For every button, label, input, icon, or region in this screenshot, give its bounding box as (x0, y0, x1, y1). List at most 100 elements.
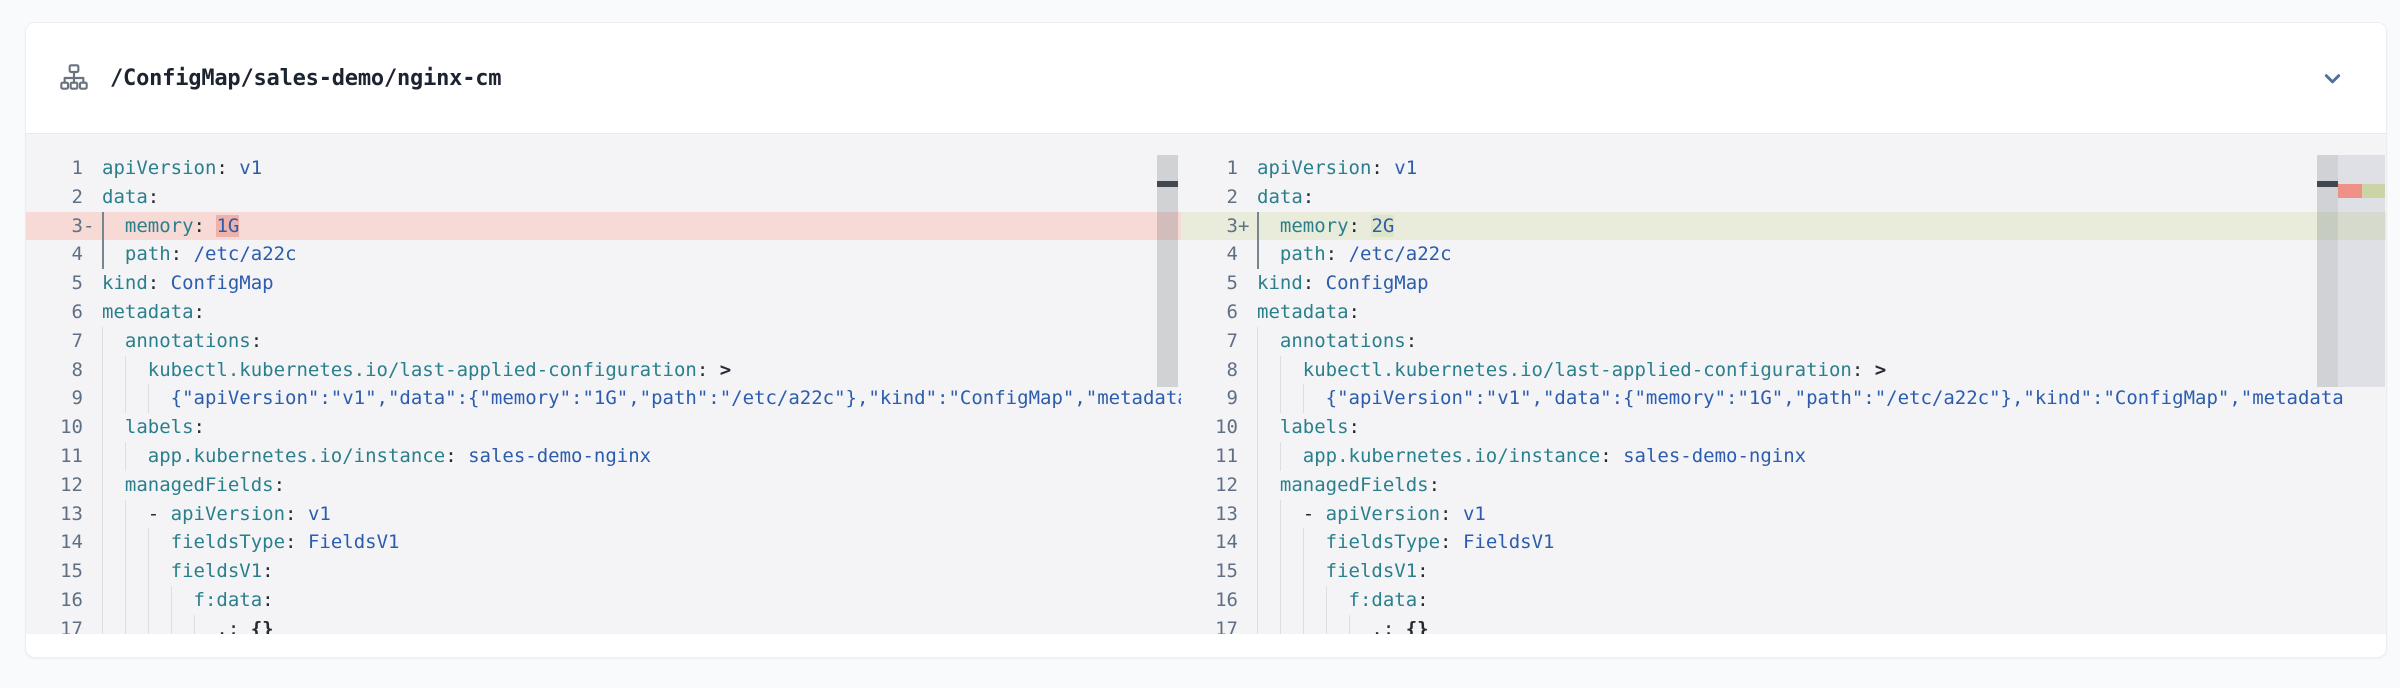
token: : (1429, 474, 1440, 496)
token: fieldsV1 (1326, 560, 1418, 582)
token: path (1280, 243, 1326, 265)
line-number: 11 (26, 442, 83, 471)
scrollbar-thumb[interactable] (1157, 155, 1178, 387)
code-line: 9 {"apiVersion":"v1","data":{"memory":"1… (1181, 384, 2386, 413)
code-text: annotations: (98, 327, 1181, 356)
token: kubectl.kubernetes.io/last-applied-confi… (148, 359, 697, 381)
chevron-down-icon[interactable] (2315, 61, 2350, 96)
indent-guide (1303, 557, 1304, 586)
token: {"apiVersion":"v1","data":{"memory":"1G"… (1326, 387, 2344, 409)
token: ConfigMap (171, 272, 274, 294)
code-lines: 1apiVersion: v12data:3+ memory: 2G4 path… (1181, 134, 2386, 634)
line-number: 12 (1181, 471, 1238, 500)
token (1257, 416, 1280, 438)
token (102, 416, 125, 438)
indent-guide (1280, 528, 1281, 557)
token: : (697, 359, 708, 381)
code-text: - apiVersion: v1 (98, 500, 1181, 529)
code-text: kubectl.kubernetes.io/last-applied-confi… (1253, 356, 2386, 385)
token: - (148, 503, 171, 525)
token: : (216, 157, 227, 179)
code-line: 17 .: {} (1181, 615, 2386, 634)
diff-sign (1238, 240, 1253, 269)
resource-path-title: /ConfigMap/sales-demo/nginx-cm (110, 66, 501, 91)
token (1257, 560, 1326, 582)
code-text: path: /etc/a22c (98, 240, 1181, 269)
diff-sign (1238, 154, 1253, 183)
code-line: 3- memory: 1G (26, 212, 1181, 241)
diff-sign (1238, 586, 1253, 615)
line-number: 7 (26, 327, 83, 356)
token (159, 272, 170, 294)
token: > (1875, 359, 1886, 381)
token (1257, 387, 1326, 409)
code-text: memory: 2G (1253, 212, 2386, 241)
token: annotations (125, 330, 251, 352)
token: fieldsType (171, 531, 285, 553)
code-text: fieldsType: FieldsV1 (98, 528, 1181, 557)
token: : (1852, 359, 1863, 381)
code-line: 7 annotations: (1181, 327, 2386, 356)
token: sales-demo-nginx (1623, 445, 1806, 467)
token (102, 618, 216, 634)
token: f:data (194, 589, 263, 611)
indent-guide (125, 442, 126, 471)
token: : (1371, 157, 1382, 179)
code-text: kind: ConfigMap (98, 269, 1181, 298)
line-number: 1 (26, 154, 83, 183)
code-text: data: (1253, 183, 2386, 212)
indent-guide (1280, 384, 1281, 413)
token: : (1406, 330, 1417, 352)
indent-guide (1303, 615, 1304, 634)
token: v1 (239, 157, 262, 179)
code-text: data: (98, 183, 1181, 212)
token (1383, 157, 1394, 179)
diff-pane-original[interactable]: 1apiVersion: v12data:3- memory: 1G4 path… (26, 134, 1181, 634)
diff-sign (83, 528, 98, 557)
token: {"apiVersion":"v1","data":{"memory":"1G"… (171, 387, 1181, 409)
indent-guide (1257, 528, 1258, 557)
diff-sign (83, 471, 98, 500)
scrollbar-thumb[interactable] (2317, 155, 2338, 387)
diff-pane-modified[interactable]: 1apiVersion: v12data:3+ memory: 2G4 path… (1181, 134, 2386, 634)
indent-guide (102, 384, 103, 413)
line-number: 15 (1181, 557, 1238, 586)
line-number: 1 (1181, 154, 1238, 183)
token (296, 531, 307, 553)
code-line: 17 .: {} (26, 615, 1181, 634)
line-number: 12 (26, 471, 83, 500)
indent-guide (1257, 413, 1258, 442)
token: : (1349, 416, 1360, 438)
code-line: 14 fieldsType: FieldsV1 (26, 528, 1181, 557)
code-line: 1apiVersion: v1 (26, 154, 1181, 183)
diff-sign (83, 586, 98, 615)
code-line: 15 fieldsV1: (1181, 557, 2386, 586)
token: : (194, 301, 205, 323)
code-line: 5kind: ConfigMap (26, 269, 1181, 298)
token: .: (216, 618, 239, 634)
token: f:data (1349, 589, 1418, 611)
code-text: managedFields: (1253, 471, 2386, 500)
code-text: metadata: (1253, 298, 2386, 327)
token: : (1303, 272, 1314, 294)
line-number: 14 (26, 528, 83, 557)
token: : (1303, 186, 1314, 208)
indent-guide (102, 413, 103, 442)
indent-guide (102, 615, 103, 634)
line-number: 6 (1181, 298, 1238, 327)
indent-guide (102, 327, 103, 356)
indent-guide (1257, 442, 1258, 471)
line-number: 10 (1181, 413, 1238, 442)
indent-guide (125, 557, 126, 586)
token: : (1440, 503, 1451, 525)
token (102, 531, 171, 553)
token (297, 503, 308, 525)
line-number: 3 (26, 212, 83, 241)
line-number: 17 (26, 615, 83, 634)
diff-sign: + (1238, 212, 1253, 241)
code-text: annotations: (1253, 327, 2386, 356)
code-text: metadata: (98, 298, 1181, 327)
code-line: 10 labels: (26, 413, 1181, 442)
diff-sign (83, 384, 98, 413)
diff-sign (1238, 269, 1253, 298)
